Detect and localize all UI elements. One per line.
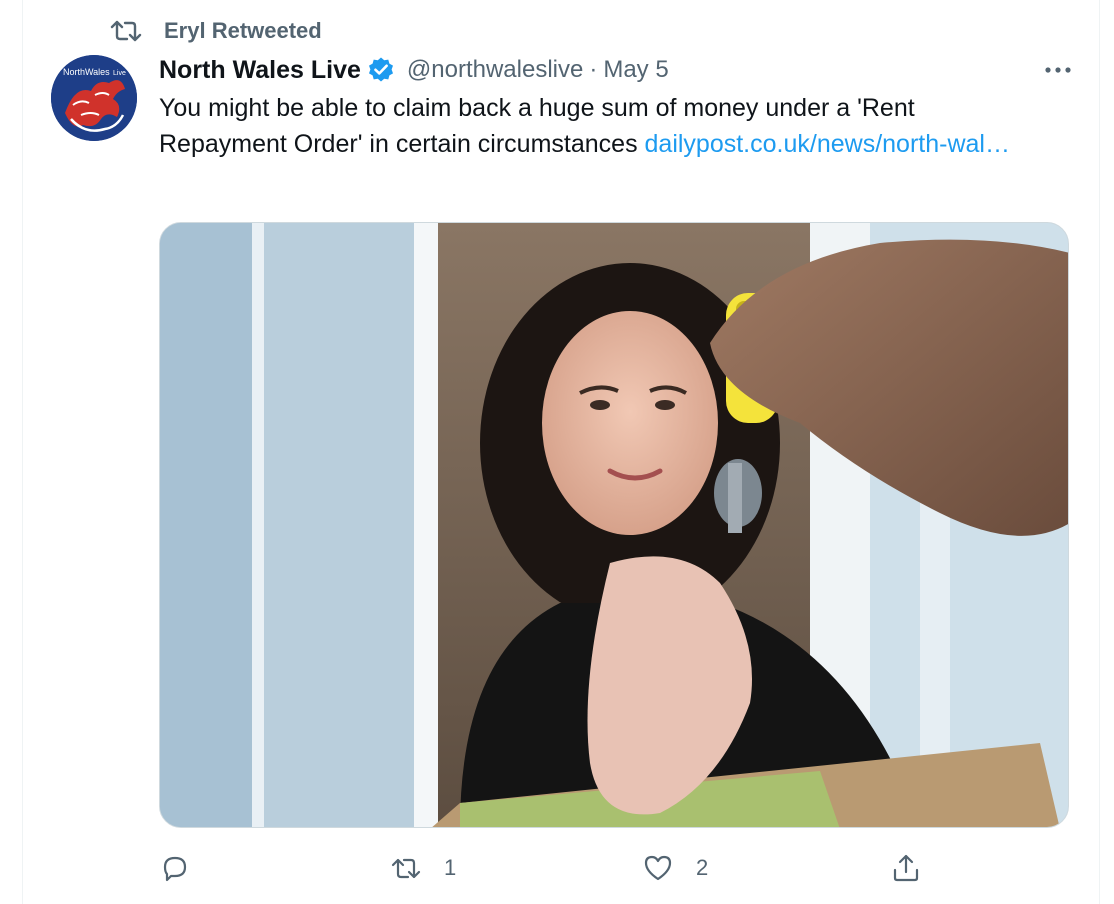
reply-icon [163,856,187,882]
tweet-text: You might be able to claim back a huge s… [159,90,1039,162]
like-button[interactable]: 2 [642,848,708,888]
retweet-button[interactable]: 1 [390,848,456,888]
tweet-actions: 1 2 [0,848,1114,888]
like-count: 2 [696,855,709,880]
retweet-count: 1 [444,855,457,880]
tweet-date[interactable]: May 5 [603,56,668,84]
avatar[interactable]: NorthWales Live [51,55,137,141]
author-name[interactable]: North Wales Live [159,56,361,85]
more-options-icon[interactable] [1042,58,1074,82]
reply-button[interactable] [159,848,191,888]
share-icon [893,854,919,882]
avatar-logo-text-small: Live [113,70,126,77]
retweet-icon [391,858,421,879]
verified-badge-icon [367,56,395,84]
author-handle[interactable]: @northwaleslive [407,56,583,84]
share-button[interactable] [890,848,922,888]
tweet-header: North Wales Live @northwaleslive · May 5 [159,52,1039,88]
tweet-media-photo[interactable] [159,222,1069,828]
heart-icon [644,855,672,881]
retweeted-by-label[interactable]: Eryl Retweeted [164,18,322,44]
photo-woman-receiving-keys [160,223,1068,827]
retweet-context: Eryl Retweeted [110,16,322,46]
retweet-icon [110,17,142,45]
separator-dot: · [589,56,598,83]
avatar-logo-text: NorthWales [63,67,110,77]
tweet-link[interactable]: dailypost.co.uk/news/north-wal… [645,130,1010,158]
